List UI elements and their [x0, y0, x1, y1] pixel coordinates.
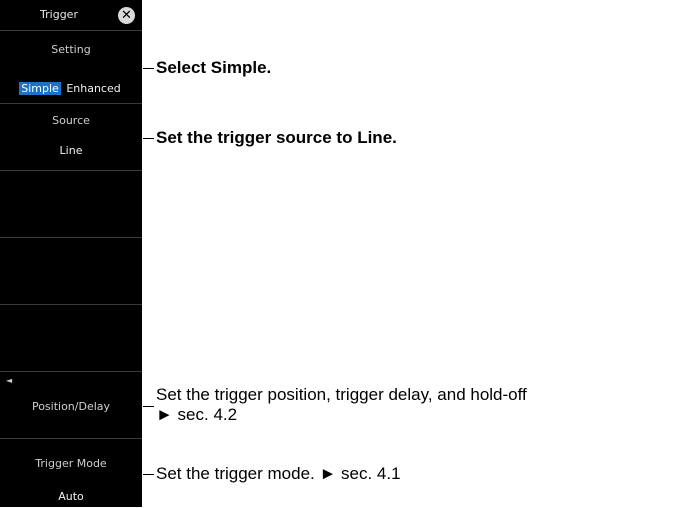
position-connector [143, 406, 154, 407]
option-enhanced[interactable]: Enhanced [64, 82, 122, 95]
empty-menu-slot-1 [0, 170, 142, 237]
setting-connector [143, 68, 154, 69]
empty-menu-slot-2 [0, 237, 142, 304]
menu-title: Trigger [40, 8, 78, 21]
position-delay-menu-item[interactable]: ◄ Position/Delay [0, 371, 142, 438]
menu-header: Trigger ✕ [0, 0, 142, 30]
source-menu-item[interactable]: Source Line [0, 103, 142, 170]
submenu-arrow-icon: ◄ [6, 376, 13, 385]
setting-label: Setting [51, 43, 91, 56]
empty-menu-slot-3 [0, 304, 142, 371]
trigger-menu-panel: Trigger ✕ Setting Simple Enhanced Source… [0, 0, 142, 507]
option-simple[interactable]: Simple [19, 82, 61, 95]
source-label: Source [52, 114, 90, 127]
annotation-mode: Set the trigger mode. ► sec. 4.1 [156, 464, 401, 483]
annotation-setting: Select Simple. [156, 58, 272, 77]
annotation-position-line1: Set the trigger position, trigger delay,… [156, 385, 527, 404]
trigger-mode-menu-item[interactable]: Trigger Mode Auto [0, 438, 142, 508]
trigger-mode-value: Auto [58, 490, 84, 503]
source-connector [143, 138, 154, 139]
trigger-mode-label: Trigger Mode [35, 457, 107, 470]
position-delay-label: Position/Delay [31, 400, 111, 413]
annotation-source: Set the trigger source to Line. [156, 128, 397, 147]
setting-options: Simple Enhanced [0, 82, 142, 95]
source-value: Line [59, 144, 83, 157]
annotation-position-line2: ► sec. 4.2 [156, 405, 238, 424]
setting-menu-item[interactable]: Setting Simple Enhanced [0, 30, 142, 103]
mode-connector [143, 474, 154, 475]
close-icon[interactable]: ✕ [118, 7, 135, 24]
